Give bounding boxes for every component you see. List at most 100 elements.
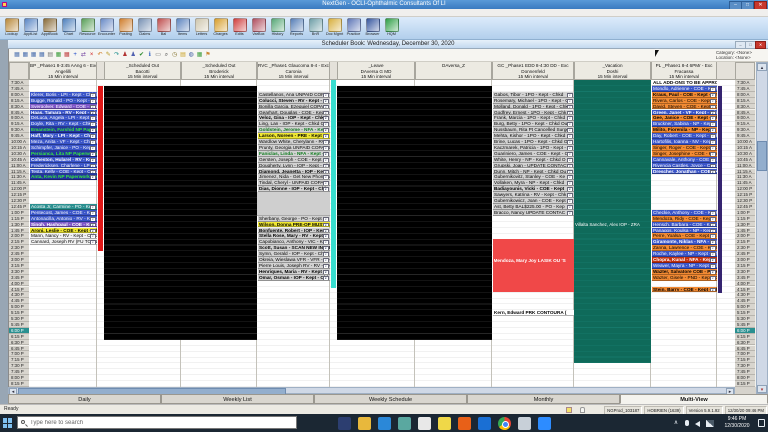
calendar-add-icon[interactable]: ▦ <box>196 51 204 60</box>
toolbar-browser[interactable]: Browser <box>363 18 382 39</box>
column-header-Doshi: _VacationDoshi15 Min interval <box>574 62 651 80</box>
appointment-checkbox[interactable]: x <box>710 276 716 281</box>
toolbar-letters[interactable]: Letters <box>192 18 211 39</box>
appointment-checkbox[interactable]: x <box>710 288 716 293</box>
cancel-appointment-icon[interactable]: × <box>88 51 96 60</box>
toolbar-resource[interactable]: Resource <box>78 18 97 39</box>
sticky-note-icon[interactable] <box>438 417 451 430</box>
network-icon[interactable] <box>706 420 714 427</box>
toolbar-apptbook[interactable]: ApptBook <box>40 18 59 39</box>
toolbar-lookup[interactable]: Lookup <box>2 18 21 39</box>
appointment[interactable]: Bracco, Nancy UPDATE CONTACx <box>493 210 574 216</box>
taskbar-clock[interactable]: 9:46 PM 12/30/2020 <box>720 416 754 429</box>
edit-appointment-icon[interactable]: ✎ <box>104 51 112 60</box>
store-icon[interactable] <box>398 417 411 430</box>
scroll-up-arrow-icon[interactable]: ▴ <box>757 63 767 71</box>
check-in-icon[interactable]: ✔ <box>138 51 146 60</box>
flag-icon[interactable]: ⚑ <box>204 51 212 60</box>
appointment-checkbox[interactable]: x <box>323 187 329 192</box>
tab-weekly-schedule[interactable]: Weekly Schedule <box>314 394 467 404</box>
horizontal-scrollbar[interactable]: ◂ ▸ <box>8 387 735 394</box>
toolbar-bal[interactable]: Bal <box>154 18 173 39</box>
patient-icon[interactable]: ♟ <box>121 51 129 60</box>
appointment[interactable]: Wazter, Gisele - PND - Kept - Chkx <box>652 275 717 281</box>
vertical-scroll-thumb[interactable] <box>757 141 767 171</box>
appointment-text: Kaczmarek, Patricia - 1PO - Kept - <box>494 145 566 150</box>
appointment-checkbox[interactable]: x <box>323 276 329 281</box>
week-view-icon[interactable]: ▦ <box>21 51 29 60</box>
action-center-icon[interactable] <box>758 419 765 427</box>
appointment[interactable]: Anta, Kevin NP Paperwork Sentx <box>30 174 97 180</box>
edge-icon[interactable] <box>378 417 391 430</box>
toolbar-doc-mgmt[interactable]: Doc Mgmt <box>325 18 344 39</box>
rdp-check-icon[interactable] <box>518 417 531 430</box>
scroll-down-arrow-icon[interactable]: ▾ <box>757 385 767 393</box>
zoom-icon[interactable] <box>538 417 551 430</box>
toolbar-posting[interactable]: Posting <box>116 18 135 39</box>
appointment-text: Sawyers, Katrina - RV - Kept - Chk <box>494 192 566 197</box>
month-view-icon[interactable]: ▦ <box>30 51 38 60</box>
print-icon[interactable]: ▭ <box>154 51 162 60</box>
hidden-icons-chevron-icon[interactable]: ∧ <box>672 414 680 432</box>
undo-icon[interactable]: ↶ <box>96 51 104 60</box>
notepad-icon[interactable] <box>418 417 431 430</box>
appointment[interactable]: Omar, Osman - IOP - Kept - Chkx <box>258 275 330 281</box>
calendar-green-icon[interactable]: ▦ <box>55 51 63 60</box>
appointment-text: Coheston, Hularel - RV - Kept - C <box>31 157 97 162</box>
firefox-icon[interactable] <box>458 417 471 430</box>
toolbar-charges[interactable]: Charges <box>211 18 230 39</box>
clock-icon[interactable]: ◷ <box>171 51 179 60</box>
day-view-icon[interactable]: ▦ <box>13 51 21 60</box>
redo-icon[interactable]: ↷ <box>113 51 121 60</box>
chrome-icon[interactable] <box>498 417 511 430</box>
find-icon[interactable]: ⌕ <box>162 51 170 60</box>
toolbar-hqm[interactable]: HQM <box>382 18 401 39</box>
toolbar-items[interactable]: Items <box>173 18 192 39</box>
globe-icon[interactable]: ◍ <box>187 51 195 60</box>
start-button[interactable] <box>3 418 13 428</box>
toolbar-bnr[interactable]: BnR <box>306 18 325 39</box>
tab-weekly-list[interactable]: Weekly List <box>161 394 314 404</box>
taskbar-search-box[interactable]: Type here to search <box>17 416 297 429</box>
time-label[interactable]: 8:15 P <box>9 381 29 387</box>
new-appointment-icon[interactable]: + <box>71 51 79 60</box>
appointment-checkbox[interactable]: x <box>567 211 573 216</box>
multi-view-icon[interactable]: ▦ <box>38 51 46 60</box>
appointment[interactable]: Cannard, Joseph RV (FU TO SLT Cx <box>30 239 97 245</box>
toolbar-encounter[interactable]: Encounter <box>97 18 116 39</box>
toolbar-edits[interactable]: Edits <box>230 18 249 39</box>
toolbar-chart[interactable]: Chart <box>59 18 78 39</box>
tab-monthly[interactable]: Monthly <box>467 394 620 404</box>
toolbar-reports[interactable]: Reports <box>287 18 306 39</box>
appointment[interactable]: Drescher, Jonathan - COE - Keptx <box>652 169 717 175</box>
appointment[interactable]: Stein, Barry - COE - Kept - Chkx <box>652 287 717 293</box>
notes-icon[interactable]: ▤ <box>179 51 187 60</box>
appointment-checkbox[interactable]: x <box>90 175 96 180</box>
appointment-checkbox[interactable]: x <box>710 170 716 175</box>
move-appointment-icon[interactable]: ⇄ <box>79 51 87 60</box>
scheduler-close-button[interactable]: ✕ <box>755 41 766 49</box>
toolbar-history[interactable]: History <box>268 18 287 39</box>
appointment[interactable]: Kern, Edward PRK CONTOURA ( <box>493 310 574 316</box>
folder-icon[interactable] <box>358 417 371 430</box>
list-view-icon[interactable]: ▤ <box>46 51 54 60</box>
microphone-icon[interactable] <box>685 420 689 426</box>
appointment-checkbox[interactable]: x <box>90 240 96 245</box>
column-header-Fracassa: PL _Phase1 8-4 6PMr - ExcFracassa15 Min … <box>651 62 717 80</box>
edge-blue-icon[interactable] <box>478 417 491 430</box>
obs-icon[interactable] <box>338 417 351 430</box>
tab-multi-view[interactable]: Multi-View <box>620 394 768 404</box>
surgery-block[interactable]: Mendoza, Mary Joy LASIK OU 'S <box>493 239 574 292</box>
time-label[interactable]: 8:15 P <box>735 381 755 387</box>
toolbar-practice[interactable]: Practice <box>344 18 363 39</box>
toolbar-claims[interactable]: Claims <box>135 18 154 39</box>
patient-info-icon[interactable]: ℹ <box>146 51 154 60</box>
vertical-scrollbar[interactable]: ▴ ▾ <box>756 62 768 394</box>
toolbar-apptlist[interactable]: ApptList <box>21 18 40 39</box>
patient-group-icon[interactable]: ♟ <box>129 51 137 60</box>
speaker-icon[interactable] <box>695 421 700 427</box>
tab-daily[interactable]: Daily <box>8 394 161 404</box>
appointment[interactable]: Dias, Dionne - IOP - Kept - Chkx <box>258 186 330 192</box>
toolbar-varbox[interactable]: VarBox <box>249 18 268 39</box>
calendar-red-icon[interactable]: ▦ <box>63 51 71 60</box>
